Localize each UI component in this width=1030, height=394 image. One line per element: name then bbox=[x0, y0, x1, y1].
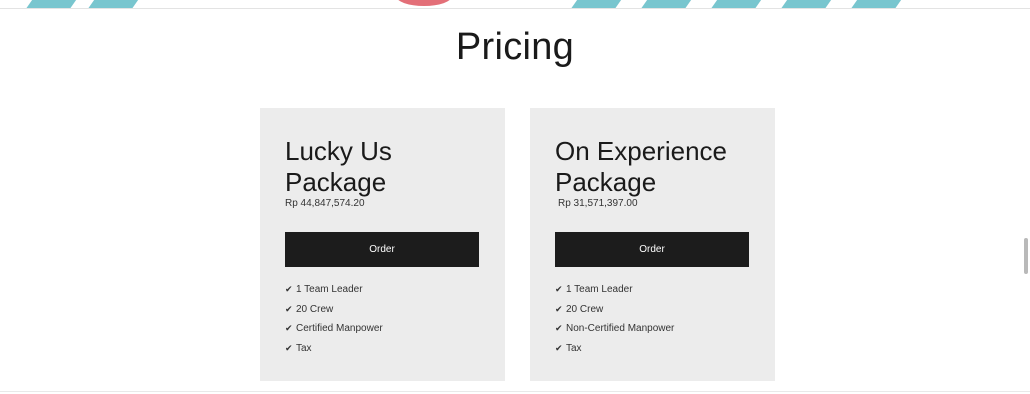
order-button[interactable]: Order bbox=[555, 232, 749, 267]
check-icon: ✔ bbox=[285, 303, 293, 314]
feature-text: Tax bbox=[296, 343, 312, 355]
package-price: Rp 44,847,574.20 bbox=[285, 198, 365, 209]
top-decorative-banner bbox=[0, 0, 1030, 9]
scrollbar-thumb[interactable] bbox=[1024, 238, 1028, 274]
decor-stripe bbox=[87, 0, 141, 8]
decor-blob bbox=[396, 0, 452, 6]
check-icon: ✔ bbox=[555, 343, 563, 354]
feature-item: ✔ Tax bbox=[555, 339, 674, 359]
feature-item: ✔ Non-Certified Manpower bbox=[555, 319, 674, 339]
pricing-card: On Experience Package Rp 31,571,397.00 O… bbox=[530, 108, 775, 381]
feature-item: ✔ Certified Manpower bbox=[285, 319, 383, 339]
feature-text: 20 Crew bbox=[296, 303, 334, 315]
check-icon: ✔ bbox=[285, 284, 293, 295]
package-name-line: Lucky Us bbox=[285, 136, 392, 166]
feature-item: ✔ Tax bbox=[285, 339, 383, 359]
feature-list: ✔ 1 Team Leader ✔ 20 Crew ✔ Certified Manpo… bbox=[285, 280, 383, 358]
decor-stripe bbox=[640, 0, 694, 8]
check-icon: ✔ bbox=[555, 303, 563, 314]
check-icon: ✔ bbox=[285, 323, 293, 334]
decor-stripe bbox=[850, 0, 904, 8]
package-name-line: Package bbox=[555, 167, 657, 197]
check-icon: ✔ bbox=[285, 343, 293, 354]
decor-stripe bbox=[780, 0, 834, 8]
feature-text: Certified Manpower bbox=[296, 323, 383, 335]
package-name-line: Package bbox=[285, 167, 387, 197]
feature-text: Non-Certified Manpower bbox=[566, 323, 675, 335]
feature-text: 1 Team Leader bbox=[296, 284, 363, 296]
feature-text: 20 Crew bbox=[566, 303, 604, 315]
package-name: Lucky Us Package bbox=[285, 136, 495, 198]
feature-item: ✔ 1 Team Leader bbox=[285, 280, 383, 300]
check-icon: ✔ bbox=[555, 323, 563, 334]
feature-text: 1 Team Leader bbox=[566, 284, 633, 296]
feature-text: Tax bbox=[566, 343, 582, 355]
decor-stripe bbox=[25, 0, 79, 8]
decor-stripe bbox=[570, 0, 624, 8]
feature-list: ✔ 1 Team Leader ✔ 20 Crew ✔ Non-Certified M… bbox=[555, 280, 674, 358]
package-price: Rp 31,571,397.00 bbox=[558, 198, 638, 209]
pricing-card: Lucky Us Package Rp 44,847,574.20 Order … bbox=[260, 108, 505, 381]
check-icon: ✔ bbox=[555, 284, 563, 295]
package-name: On Experience Package bbox=[555, 136, 765, 198]
feature-item: ✔ 1 Team Leader bbox=[555, 280, 674, 300]
order-button[interactable]: Order bbox=[285, 232, 479, 267]
decor-stripe bbox=[710, 0, 764, 8]
package-name-line: On Experience bbox=[555, 136, 727, 166]
feature-item: ✔ 20 Crew bbox=[285, 300, 383, 320]
feature-item: ✔ 20 Crew bbox=[555, 300, 674, 320]
page-title: Pricing bbox=[455, 26, 575, 68]
section-divider bbox=[0, 391, 1030, 392]
